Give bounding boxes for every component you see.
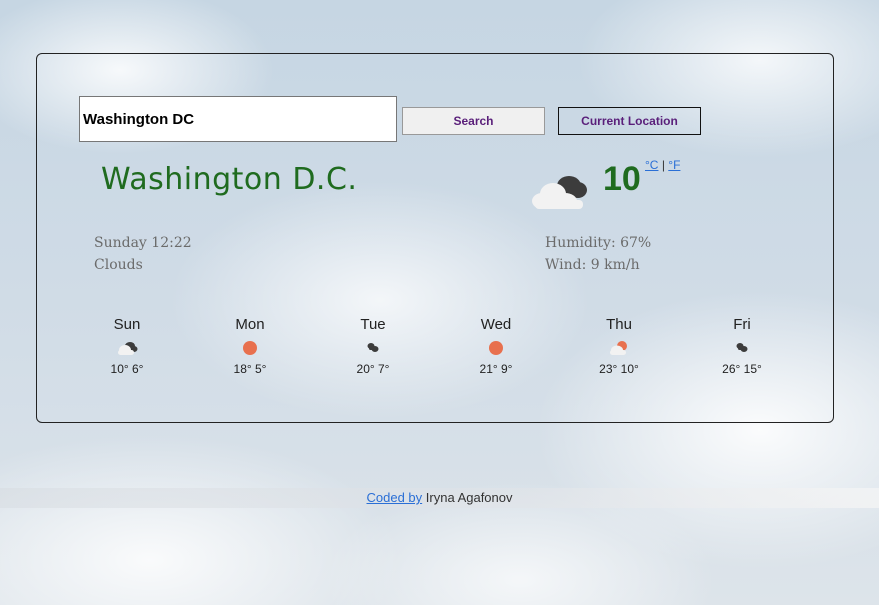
celsius-link[interactable]: °C [645, 158, 658, 172]
forecast-day-name: Wed [480, 316, 512, 333]
coded-by-link[interactable]: Coded by [367, 490, 423, 505]
city-search-input[interactable] [79, 96, 397, 142]
weather-description: Clouds [94, 257, 143, 273]
dark-clouds-icon [736, 343, 748, 352]
current-location-button[interactable]: Current Location [558, 107, 701, 135]
broken-clouds-icon [532, 176, 587, 209]
clear-sun-icon [243, 341, 257, 355]
dark-clouds-icon [367, 343, 379, 352]
forecast-day-name: Fri [733, 316, 751, 333]
forecast-temps: 26° 15° [722, 362, 762, 376]
humidity: Humidity: 67% [545, 235, 652, 251]
clear-sun-icon [489, 341, 503, 355]
forecast-temps: 10° 6° [110, 362, 144, 376]
unit-separator: | [661, 158, 665, 172]
forecast-day: Tue 20° 7° [313, 314, 433, 376]
forecast-temps: 20° 7° [356, 362, 390, 376]
forecast-temps: 18° 5° [233, 362, 267, 376]
search-button[interactable]: Search [402, 107, 545, 135]
city-name: Washington D.C. [101, 162, 358, 197]
footer: Coded by Iryna Agafonov [0, 488, 879, 508]
forecast-temps: 23° 10° [599, 362, 639, 376]
forecast-day-name: Thu [606, 316, 632, 333]
forecast-day-name: Tue [360, 316, 386, 333]
forecast-row: Sun 10° 6° Mon 18° 5° Tue 20° 7° Wed 21°… [67, 314, 803, 394]
forecast-day: Thu 23° 10° [559, 314, 679, 376]
weather-card: Search Current Location Washington D.C. … [36, 53, 834, 423]
forecast-day-name: Mon [235, 316, 265, 333]
sun-behind-cloud-icon [610, 341, 627, 355]
date-time: Sunday 12:22 [94, 235, 192, 251]
current-details: Sunday 12:22 Clouds [94, 232, 192, 276]
forecast-day: Sun 10° 6° [67, 314, 187, 376]
forecast-temps: 21° 9° [479, 362, 513, 376]
wind-speed: Wind: 9 km/h [545, 257, 640, 273]
author-name: Iryna Agafonov [422, 490, 513, 505]
forecast-day: Fri 26° 15° [682, 314, 802, 376]
fahrenheit-link[interactable]: °F [668, 158, 680, 172]
unit-toggle: °C | °F [645, 158, 680, 172]
forecast-day: Wed 21° 9° [436, 314, 556, 376]
current-conditions: Humidity: 67% Wind: 9 km/h [545, 232, 651, 276]
forecast-day-name: Sun [113, 316, 141, 333]
forecast-day: Mon 18° 5° [190, 314, 310, 376]
current-temperature: 10 [603, 160, 641, 198]
broken-clouds-icon [118, 342, 138, 355]
